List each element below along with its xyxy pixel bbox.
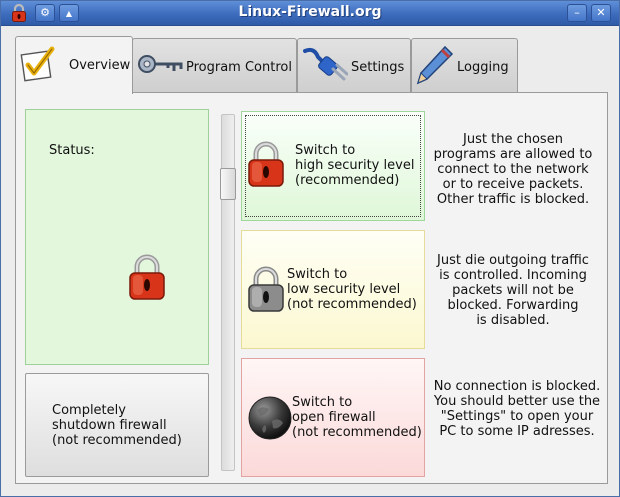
tab-label: Program Control [186, 60, 292, 75]
button-line: low security level [287, 282, 401, 297]
firewall-window: ⚙ ▲ Linux-Firewall.org – ✕ Overview Prog… [0, 0, 620, 497]
description-line: "Settings" to open your [440, 409, 594, 424]
high-security-label: Switch to high security level (recommend… [295, 143, 414, 188]
grey-padlock-icon [248, 266, 284, 312]
description-line: No connection is blocked. [433, 379, 601, 394]
tab-logging[interactable]: Logging [411, 38, 518, 92]
description-line: connect to the network [437, 162, 589, 177]
button-line: (not recommended) [292, 425, 422, 440]
checklist-icon [20, 46, 55, 82]
description-line: Just die outgoing traffic [437, 253, 589, 268]
security-level-slider-thumb[interactable] [220, 168, 236, 200]
key-icon [138, 55, 183, 73]
shutdown-line: (not recommended) [52, 433, 182, 448]
minimize-icon: – [574, 6, 580, 19]
pencil-icon [416, 45, 454, 85]
button-line: Switch to [295, 143, 356, 158]
description-line: packets will not be [452, 283, 574, 298]
tab-settings[interactable]: Settings [297, 38, 411, 92]
description-line: or to receive packets. [442, 177, 584, 192]
shutdown-line: Completely [52, 403, 126, 418]
window-title: Linux-Firewall.org [238, 4, 382, 20]
plug-icon [303, 47, 348, 81]
red-padlock-icon [129, 254, 165, 300]
button-line: (not recommended) [287, 297, 417, 312]
tab-program-control[interactable]: Program Control [132, 38, 297, 92]
tab-label: Overview [69, 58, 131, 73]
status-label: Status: [49, 143, 95, 158]
low-security-label: Switch to low security level (not recomm… [287, 267, 417, 312]
minimize-button[interactable]: – [567, 4, 587, 22]
close-button[interactable]: ✕ [591, 4, 611, 22]
button-line: high security level [295, 158, 415, 173]
shutdown-label: Completely shutdown firewall (not recomm… [52, 403, 182, 448]
status-box: Status: [25, 109, 209, 365]
dark-globe-icon [248, 396, 292, 440]
description-line: is disabled. [476, 313, 550, 328]
high-security-description: Just the chosen programs are allowed to … [431, 132, 595, 207]
description-line: Just the chosen [463, 132, 563, 147]
tab-overview[interactable]: Overview [15, 36, 133, 94]
shutdown-firewall-button[interactable]: Completely shutdown firewall (not recomm… [25, 373, 209, 477]
description-line: blocked. Forwarding [447, 298, 579, 313]
description-line: is controlled. Incoming [439, 268, 587, 283]
button-line: (recommended) [295, 173, 400, 188]
open-firewall-description: No connection is blocked. You should bet… [431, 379, 603, 439]
red-padlock-icon [248, 141, 284, 187]
description-line: programs are allowed to [433, 147, 593, 162]
button-line: open firewall [292, 410, 376, 425]
description-line: Other traffic is blocked. [436, 192, 590, 207]
tab-label: Settings [351, 60, 405, 75]
description-line: You should better use the [433, 394, 601, 409]
tab-label: Logging [457, 60, 509, 75]
shutdown-line: shutdown firewall [52, 418, 167, 433]
close-icon: ✕ [596, 6, 606, 19]
open-firewall-label: Switch to open firewall (not recommended… [292, 395, 422, 440]
button-line: Switch to [287, 267, 348, 282]
title-bar[interactable]: ⚙ ▲ Linux-Firewall.org – ✕ [1, 1, 619, 26]
low-security-description: Just die outgoing traffic is controlled.… [431, 253, 595, 328]
open-firewall-button[interactable]: Switch to open firewall (not recommended… [241, 358, 425, 477]
high-security-button[interactable]: Switch to high security level (recommend… [241, 111, 425, 221]
description-line: PC to some IP adresses. [439, 424, 595, 439]
low-security-button[interactable]: Switch to low security level (not recomm… [241, 230, 425, 349]
button-line: Switch to [292, 395, 353, 410]
